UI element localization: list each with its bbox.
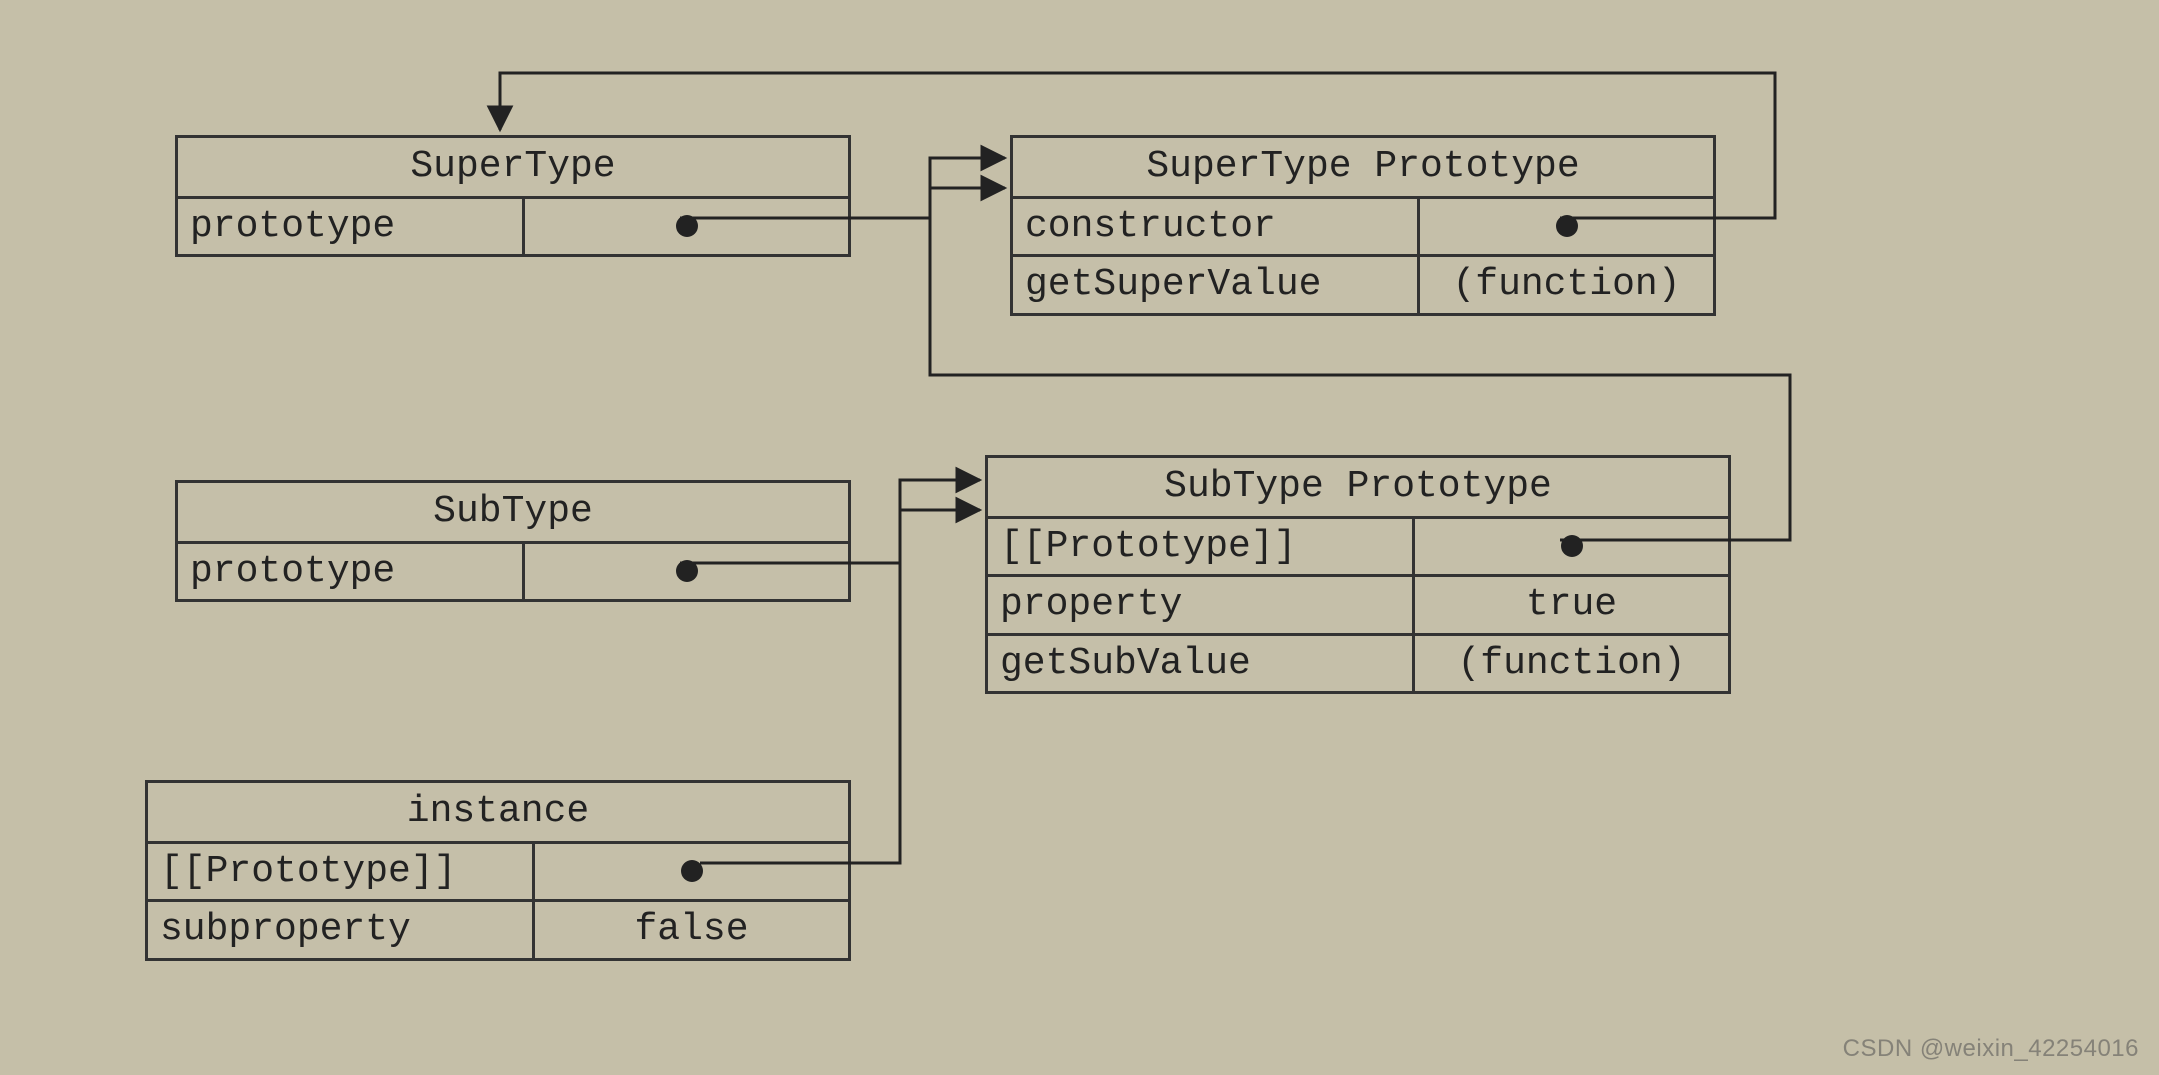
- row-proto: [[Prototype]]: [148, 844, 848, 903]
- cell-value: [1420, 199, 1713, 255]
- row-getsubvalue: getSubValue (function): [988, 636, 1728, 692]
- pointer-dot: [1556, 215, 1578, 237]
- cell-value: true: [1415, 577, 1728, 633]
- row-subproperty: subproperty false: [148, 902, 848, 958]
- box-title: instance: [148, 783, 848, 844]
- cell-value: [525, 199, 848, 255]
- cell-label: prototype: [178, 544, 525, 600]
- pointer-dot: [1561, 535, 1583, 557]
- row-property: property true: [988, 577, 1728, 636]
- box-subtype: SubType prototype: [175, 480, 851, 602]
- box-supertype: SuperType prototype: [175, 135, 851, 257]
- pointer-dot: [676, 215, 698, 237]
- pointer-dot: [681, 860, 703, 882]
- cell-label: subproperty: [148, 902, 535, 958]
- cell-label: getSubValue: [988, 636, 1415, 692]
- cell-label: getSuperValue: [1013, 257, 1420, 313]
- cell-value: [525, 544, 848, 600]
- cell-value: (function): [1415, 636, 1728, 692]
- box-title: SuperType: [178, 138, 848, 199]
- box-supertype-prototype: SuperType Prototype constructor getSuper…: [1010, 135, 1716, 316]
- row-prototype: prototype: [178, 544, 848, 600]
- cell-label: property: [988, 577, 1415, 633]
- box-instance: instance [[Prototype]] subproperty false: [145, 780, 851, 961]
- pointer-dot: [676, 560, 698, 582]
- row-constructor: constructor: [1013, 199, 1713, 258]
- cell-label: prototype: [178, 199, 525, 255]
- box-title: SuperType Prototype: [1013, 138, 1713, 199]
- box-title: SubType: [178, 483, 848, 544]
- cell-value: false: [535, 902, 848, 958]
- row-getsupervalue: getSuperValue (function): [1013, 257, 1713, 313]
- cell-value: [1415, 519, 1728, 575]
- cell-label: [[Prototype]]: [988, 519, 1415, 575]
- box-subtype-prototype: SubType Prototype [[Prototype]] property…: [985, 455, 1731, 694]
- cell-value: (function): [1420, 257, 1713, 313]
- box-title: SubType Prototype: [988, 458, 1728, 519]
- cell-label: constructor: [1013, 199, 1420, 255]
- cell-value: [535, 844, 848, 900]
- row-prototype: prototype: [178, 199, 848, 255]
- watermark: CSDN @weixin_42254016: [1843, 1035, 2139, 1063]
- row-proto: [[Prototype]]: [988, 519, 1728, 578]
- cell-label: [[Prototype]]: [148, 844, 535, 900]
